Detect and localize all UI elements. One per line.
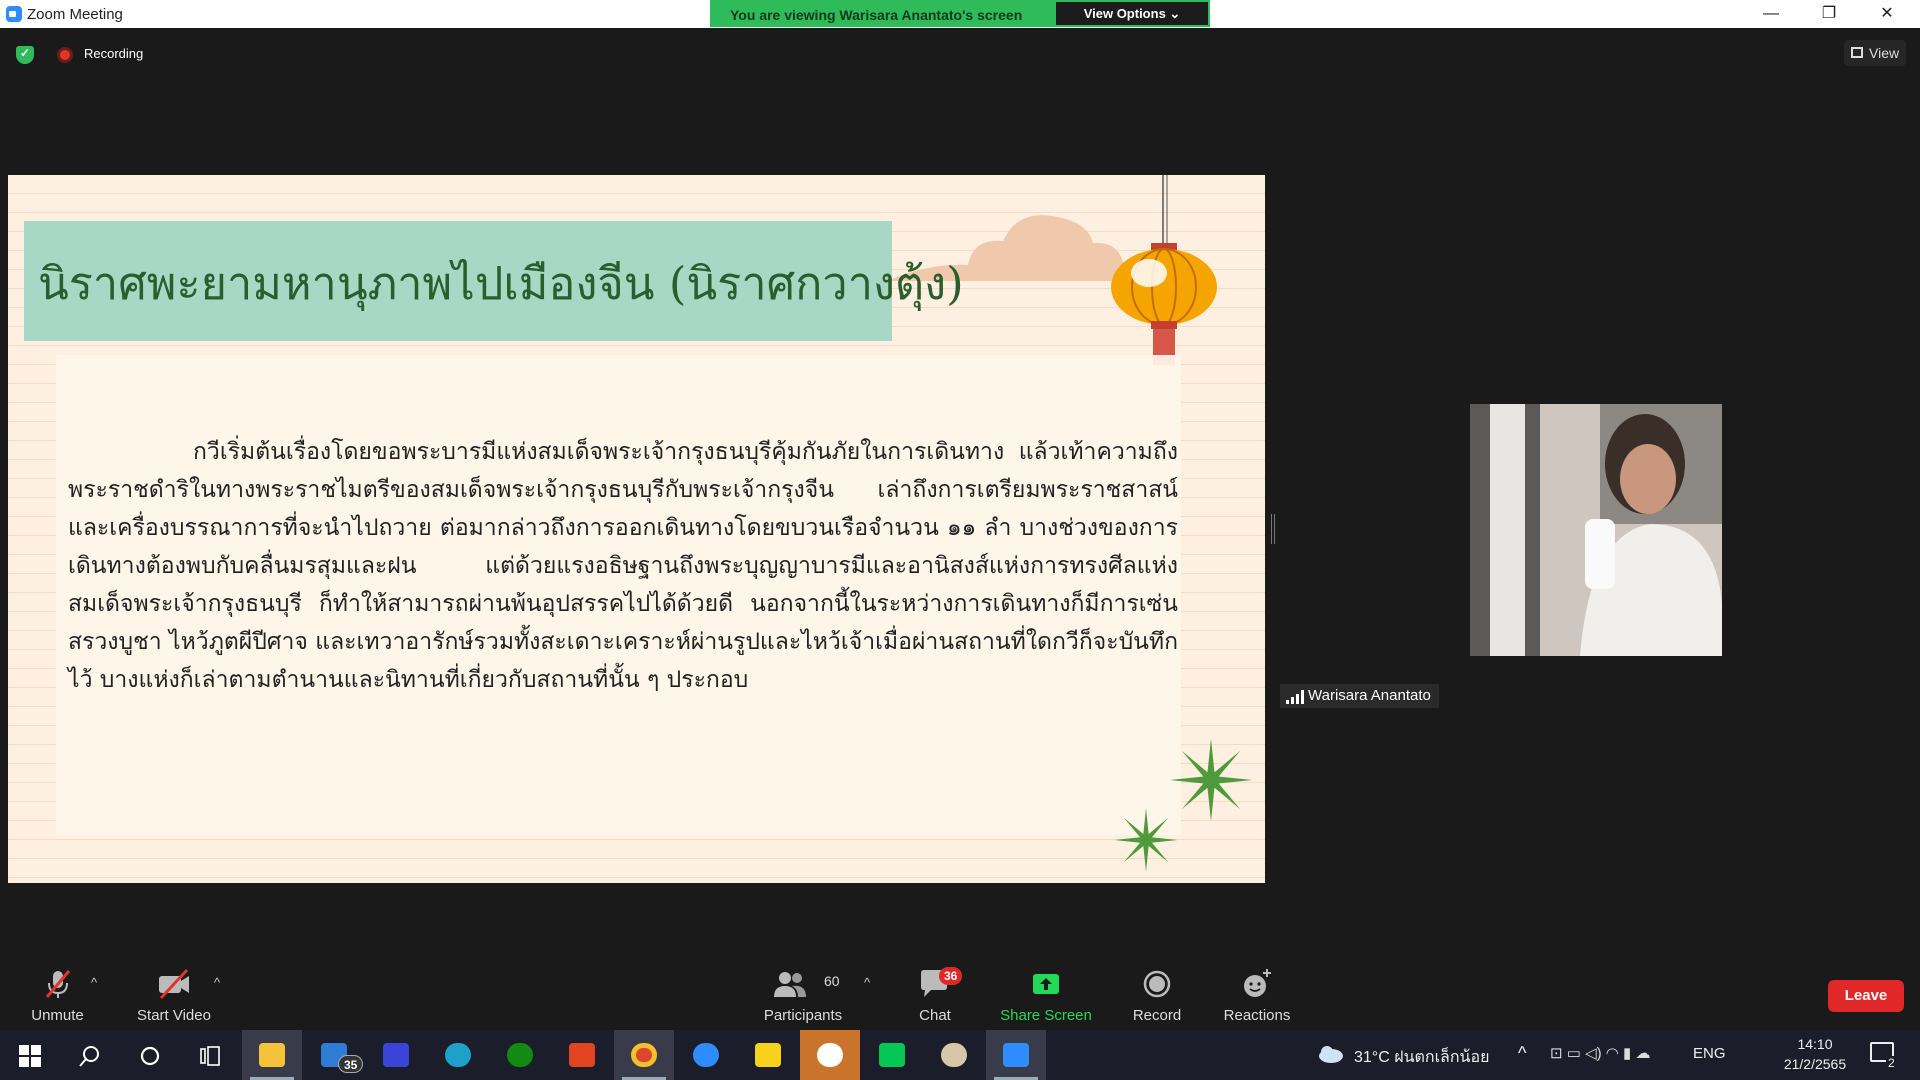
taskbar-zoom-meeting[interactable] xyxy=(986,1030,1046,1080)
video-off-icon xyxy=(159,968,189,1000)
screen-share-banner: You are viewing Warisara Anantato's scre… xyxy=(710,0,1210,27)
record-button[interactable]: Record xyxy=(1127,967,1187,1027)
slide-title-box: นิราศพะยามหานุภาพไปเมืองจีน (นิราศกวางตุ… xyxy=(24,221,964,341)
shared-screen: นิราศพะยามหานุภาพไปเมืองจีน (นิราศกวางตุ… xyxy=(8,175,1265,883)
grid-view-icon xyxy=(1851,47,1863,58)
tray-status-icons[interactable]: ⊡ ▭ ◁) ◠ ▮ ☁ xyxy=(1550,1044,1650,1062)
taskbar-app-orange[interactable] xyxy=(800,1030,860,1080)
participant-name: Warisara Anantato xyxy=(1308,687,1431,704)
share-screen-button[interactable]: Share Screen xyxy=(996,967,1096,1027)
participants-label: Participants xyxy=(763,1007,843,1024)
weather-text[interactable]: 31°C ฝนตกเล็กน้อย xyxy=(1354,1045,1489,1070)
tray-chevron-icon[interactable]: ^ xyxy=(1518,1043,1526,1064)
taskbar-xbox[interactable] xyxy=(490,1030,550,1080)
smiley-plus-icon xyxy=(1244,969,1271,997)
reactions-label: Reactions xyxy=(1223,1007,1291,1024)
zoom-app-icon xyxy=(6,6,22,22)
taskbar-app-blue[interactable] xyxy=(366,1030,426,1080)
taskbar-office[interactable] xyxy=(552,1030,612,1080)
taskbar-mail[interactable]: 35 xyxy=(304,1030,364,1080)
taskbar-paint[interactable] xyxy=(924,1030,984,1080)
slide-title: นิราศพะยามหานุภาพไปเมืองจีน (นิราศกวางตุ… xyxy=(38,257,964,310)
weather-cloud-icon xyxy=(1319,1046,1343,1063)
participant-name-label: Warisara Anantato xyxy=(1280,684,1439,708)
share-screen-label: Share Screen xyxy=(1000,1007,1092,1024)
unmute-button[interactable]: Unmute xyxy=(20,967,95,1027)
recording-label: Recording xyxy=(84,46,144,61)
participant-video[interactable] xyxy=(1470,404,1722,656)
language-indicator[interactable]: ENG xyxy=(1693,1045,1726,1062)
start-button[interactable] xyxy=(0,1030,60,1080)
task-view-icon xyxy=(200,1046,220,1066)
record-icon xyxy=(1143,970,1171,998)
mail-badge: 35 xyxy=(338,1055,364,1073)
participants-icon xyxy=(773,972,806,997)
participants-button[interactable]: 60 Participants xyxy=(758,967,848,1027)
app-icon xyxy=(383,1043,409,1067)
chrome-icon xyxy=(631,1043,657,1067)
reactions-button[interactable]: Reactions xyxy=(1219,967,1295,1027)
muted-microphone-icon xyxy=(45,970,70,998)
clock-app-icon xyxy=(817,1043,843,1067)
zoom-meeting-icon xyxy=(1003,1043,1029,1067)
search-button[interactable] xyxy=(60,1030,120,1080)
star-leaf-decoration xyxy=(1169,738,1253,822)
recording-icon xyxy=(57,47,73,63)
line-icon xyxy=(879,1043,905,1067)
slide-body-text: กวีเริ่มต้นเรื่องโดยขอพระบารมีแห่งสมเด็จ… xyxy=(68,439,1178,693)
paint-palette-icon xyxy=(941,1043,967,1067)
viewing-message: You are viewing Warisara Anantato's scre… xyxy=(730,7,1023,23)
clock-date[interactable]: 21/2/2565 xyxy=(1770,1056,1860,1072)
signal-strength-icon xyxy=(1286,690,1304,704)
task-view-button[interactable] xyxy=(180,1030,240,1080)
start-video-button[interactable]: Start Video xyxy=(128,967,220,1027)
xbox-icon xyxy=(507,1043,533,1067)
view-label: View xyxy=(1869,45,1900,61)
taskbar-chrome[interactable] xyxy=(614,1030,674,1080)
share-screen-icon xyxy=(1033,974,1059,994)
search-icon xyxy=(79,1046,99,1067)
lantern-decoration xyxy=(1111,175,1217,365)
star-leaf-decoration-small xyxy=(1114,808,1178,872)
windows-logo-icon xyxy=(19,1045,41,1067)
encryption-shield-icon[interactable] xyxy=(16,46,34,64)
folder-icon xyxy=(259,1043,285,1067)
participant-video-frame xyxy=(1470,404,1722,656)
audio-options-caret[interactable]: ^ xyxy=(91,975,97,990)
cortana-button[interactable] xyxy=(120,1030,180,1080)
chat-button[interactable]: 36 Chat xyxy=(905,967,965,1027)
taskbar-zoom[interactable] xyxy=(676,1030,736,1080)
chat-label: Chat xyxy=(919,1007,951,1024)
clock-time[interactable]: 14:10 xyxy=(1770,1036,1860,1052)
unmute-label: Unmute xyxy=(31,1007,84,1024)
restore-button[interactable]: ❐ xyxy=(1800,0,1858,28)
taskbar-sticky-notes[interactable] xyxy=(738,1030,798,1080)
taskbar-line[interactable] xyxy=(862,1030,922,1080)
window-title: Zoom Meeting xyxy=(27,6,123,23)
cortana-icon xyxy=(140,1046,160,1066)
start-video-label: Start Video xyxy=(137,1007,211,1024)
participants-options-caret[interactable]: ^ xyxy=(864,975,870,990)
record-label: Record xyxy=(1132,1007,1182,1024)
view-button[interactable]: View xyxy=(1844,40,1906,66)
leave-button[interactable]: Leave xyxy=(1828,980,1904,1012)
edge-icon xyxy=(445,1043,471,1067)
office-icon xyxy=(569,1043,595,1067)
zoom-icon xyxy=(693,1043,719,1067)
video-options-caret[interactable]: ^ xyxy=(214,975,220,990)
taskbar-file-explorer[interactable] xyxy=(242,1030,302,1080)
chat-unread-badge: 36 xyxy=(939,967,963,985)
minimize-button[interactable]: — xyxy=(1742,0,1800,28)
panel-resize-handle[interactable] xyxy=(1271,514,1275,544)
view-options-button[interactable]: View Options ⌄ xyxy=(1056,2,1208,25)
participants-count: 60 xyxy=(824,973,840,989)
sticky-notes-icon xyxy=(755,1043,781,1067)
taskbar-edge[interactable] xyxy=(428,1030,488,1080)
notification-count: 2 xyxy=(1886,1056,1897,1070)
close-button[interactable]: ✕ xyxy=(1858,0,1916,28)
